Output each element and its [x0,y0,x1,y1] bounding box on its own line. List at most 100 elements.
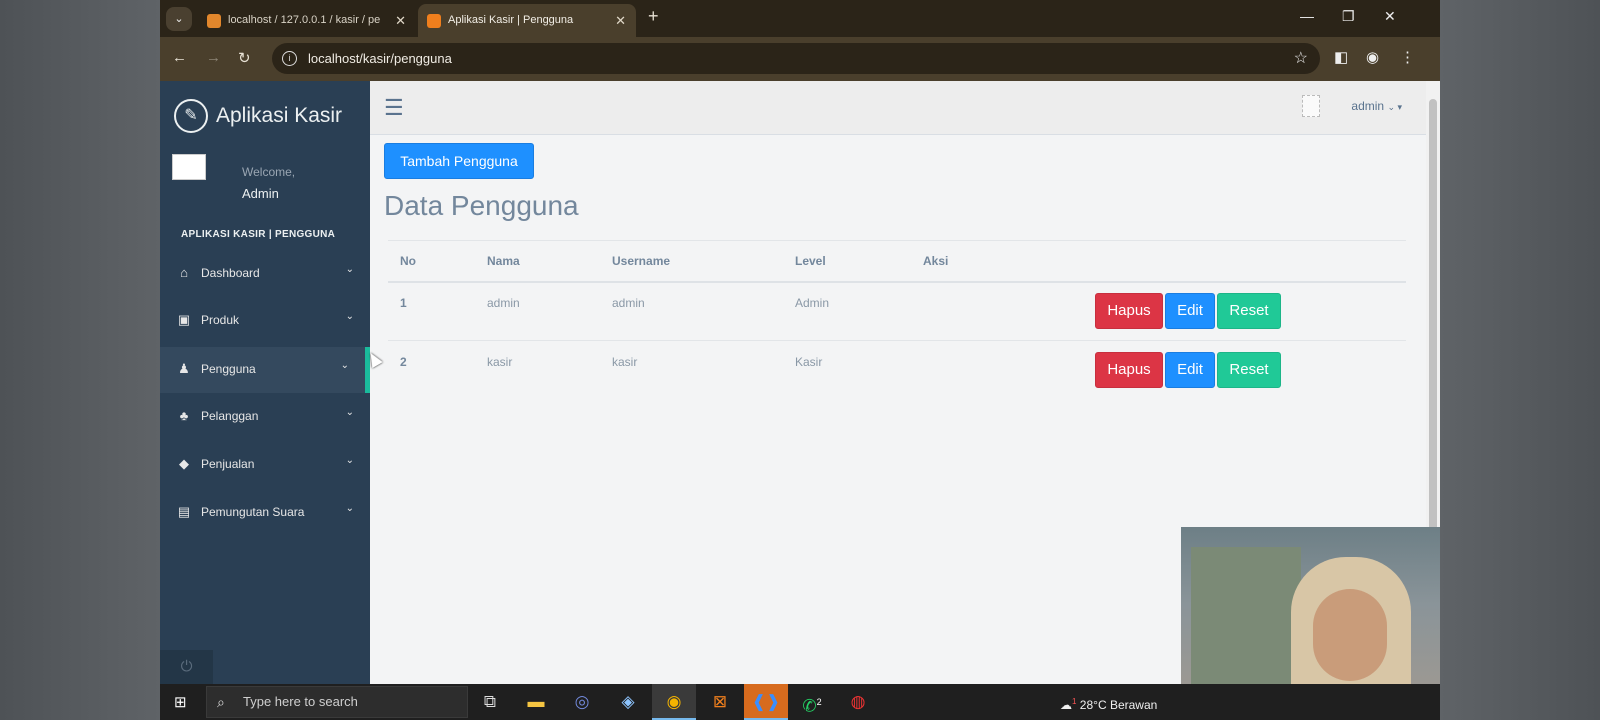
sidebar-item-label: Pengguna [201,362,256,376]
whatsapp-icon[interactable]: ✆2 [790,684,834,720]
chevron-down-icon: ⌄ [345,407,354,418]
cell-username: kasir [612,355,638,369]
minimize-icon[interactable]: — [1300,8,1314,24]
close-tab-icon[interactable]: ✕ [395,4,406,37]
tab-label: localhost / 127.0.0.1 / kasir / pe [228,14,381,26]
edit-button[interactable]: Edit [1165,352,1215,388]
discord-icon[interactable]: ◎ [560,684,604,720]
weather-widget[interactable]: ☁1 28°C Berawan [1060,684,1157,720]
profile-image [172,154,206,180]
vscode-icon[interactable]: ❰❱ [744,684,788,720]
sidebar-item-label: Pelanggan [201,409,259,423]
archive-icon: ▤ [177,504,191,519]
desktop-gutter-right [1440,0,1600,720]
chevron-down-icon: ⌄ ▾ [1387,102,1402,112]
weather-temp: 28°C [1079,698,1107,712]
welcome-text: Welcome, [242,165,296,179]
close-window-icon[interactable]: ✕ [1384,8,1396,25]
taskbar-search-input[interactable]: ⌕ Type here to search [206,686,468,718]
browser-tab-bar: ⌄ localhost / 127.0.0.1 / kasir / pe ✕ A… [160,0,1440,37]
whatsapp-badge: 2 [816,697,822,707]
sidebar-item-pemungutan-suara[interactable]: ▤ Pemungutan Suara ⌄ [160,490,370,536]
tab-search-button[interactable]: ⌄ [166,7,192,31]
weather-badge: 1 [1072,697,1077,706]
reset-button[interactable]: Reset [1217,352,1281,388]
site-info-icon[interactable]: i [282,51,297,66]
task-view-icon[interactable]: ⧉ [468,684,512,720]
logout-power-icon[interactable]: ⏻ [160,650,213,684]
webcam-person-face [1313,589,1387,681]
add-user-button[interactable]: Tambah Pengguna [384,143,534,179]
user-dropdown-label: admin [1351,99,1385,113]
forward-icon[interactable]: → [206,49,221,66]
back-icon[interactable]: ← [172,49,187,66]
side-panel-icon[interactable]: ◧ [1334,48,1348,66]
edit-button[interactable]: Edit [1165,293,1215,329]
chevron-down-icon: ⌄ [340,360,349,371]
sidebar-item-pelanggan[interactable]: ♣ Pelanggan ⌄ [160,394,370,440]
cell-no: 1 [400,296,407,310]
page-title: Data Pengguna [384,190,579,221]
user-dropdown[interactable]: admin ⌄ ▾ [1351,99,1402,113]
profile-name: Admin [242,186,279,201]
scrollbar-thumb[interactable] [1429,99,1437,599]
close-tab-icon[interactable]: ✕ [615,4,626,37]
sidebar-item-dashboard[interactable]: ⌂ Dashboard ⌄ [160,251,370,297]
new-tab-icon[interactable]: + [648,6,659,27]
phpmyadmin-icon [207,14,221,28]
row-border [388,340,1406,341]
weather-text: Berawan [1109,698,1158,712]
reload-icon[interactable]: ↻ [238,49,251,67]
column-header-username: Username [612,254,671,268]
menu-toggle-icon[interactable]: ☰ [384,95,404,121]
chevron-down-icon: ⌄ [345,264,354,275]
tag-icon: ◆ [179,456,189,471]
sidebar-item-produk[interactable]: ▣ Produk ⌄ [160,298,370,344]
search-icon: ⌕ [217,694,225,710]
tab-label: Aplikasi Kasir | Pengguna [448,14,574,26]
sidebar-item-label: Dashboard [201,266,260,280]
briefcase-icon: ▣ [177,312,191,327]
cell-username: admin [612,296,645,310]
brand-title: Aplikasi Kasir [216,104,343,127]
sidebar-item-label: Penjualan [201,457,255,471]
delete-button[interactable]: Hapus [1095,293,1163,329]
screen: ⌄ localhost / 127.0.0.1 / kasir / pe ✕ A… [160,0,1440,720]
sidebar-item-label: Pemungutan Suara [201,505,305,519]
sidebar-item-penjualan[interactable]: ◆ Penjualan ⌄ [160,442,370,488]
cell-no: 2 [400,355,407,369]
file-explorer-icon[interactable]: ▬ [514,684,558,720]
cell-nama: kasir [487,355,513,369]
home-icon: ⌂ [180,265,188,280]
column-header-nama: Nama [487,254,520,268]
column-header-level: Level [795,254,826,268]
browser-tab-phpmyadmin[interactable]: localhost / 127.0.0.1 / kasir / pe ✕ [198,4,416,37]
top-navbar: ☰ admin ⌄ ▾ [370,81,1440,135]
virtualbox-icon[interactable]: ◈ [606,684,650,720]
sidebar-item-label: Produk [201,313,240,327]
url-input[interactable]: i localhost/kasir/pengguna ☆ [272,43,1320,74]
sidebar-item-pengguna[interactable]: ♟ Pengguna ⌄ [160,347,370,393]
profile-icon[interactable]: ◉ [1366,48,1379,66]
delete-button[interactable]: Hapus [1095,352,1163,388]
obs-record-icon[interactable]: ◍ [836,684,880,720]
user-icon: ♟ [178,361,190,376]
xampp-icon [427,14,441,28]
restore-icon[interactable]: ❐ [1342,8,1355,25]
paw-logo-icon: ✎ [174,99,208,133]
bookmark-star-icon[interactable]: ☆ [1294,43,1308,74]
reset-button[interactable]: Reset [1217,293,1281,329]
url-text: localhost/kasir/pengguna [308,51,452,66]
browser-tab-kasir[interactable]: Aplikasi Kasir | Pengguna ✕ [418,4,636,37]
brand[interactable]: ✎ Aplikasi Kasir [174,99,342,133]
chrome-icon[interactable]: ◉ [652,684,696,720]
windows-start-icon[interactable]: ⊞ [174,693,192,711]
browser-address-bar: ← → ↻ i localhost/kasir/pengguna ☆ ◧ ◉ ⋮ [160,37,1440,81]
user-avatar[interactable] [1302,95,1320,117]
more-menu-icon[interactable]: ⋮ [1400,48,1415,66]
table-header-border [388,281,1406,283]
desktop-gutter-left [0,0,160,720]
chevron-down-icon: ⌄ [345,311,354,322]
xampp-icon[interactable]: ⊠ [698,684,742,720]
chevron-down-icon: ⌄ [345,455,354,466]
